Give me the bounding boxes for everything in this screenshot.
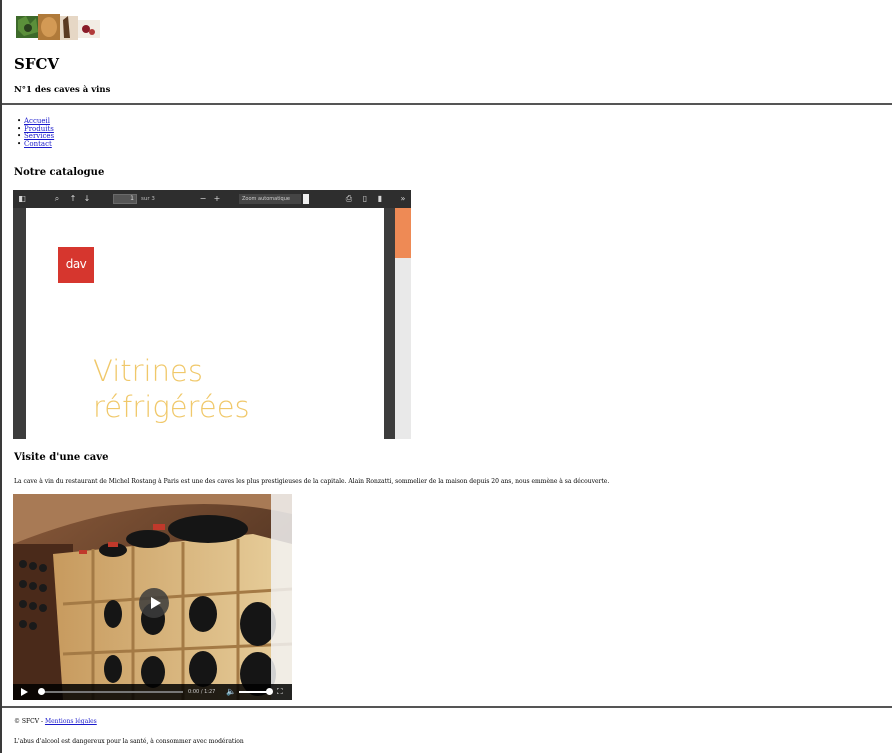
zoom-select[interactable]: Zoom automatique bbox=[239, 194, 301, 204]
pdf-viewer[interactable]: ◧ ⌕ ↑ ↓ 1 sur 3 − + Zoom automatique ⎙ ▯… bbox=[13, 190, 411, 439]
zoom-dropdown-caret[interactable] bbox=[303, 194, 309, 204]
video-progress-bar[interactable] bbox=[38, 691, 183, 693]
footer-health-warning: L'abus d'alcool est dangereux pour la sa… bbox=[14, 738, 244, 745]
video-controls: 0:00 / 1:27 🔈 ⛶ bbox=[13, 684, 292, 700]
next-page-icon[interactable]: ↓ bbox=[81, 193, 93, 205]
document-headline: Vitrines réfrigérées bbox=[93, 353, 250, 425]
fullscreen-icon[interactable]: ⛶ bbox=[277, 687, 283, 697]
site-title: SFCV bbox=[14, 55, 60, 73]
video-time: 0:00 / 1:27 bbox=[188, 689, 216, 695]
print-icon[interactable]: ⎙ bbox=[343, 193, 355, 205]
zoom-out-icon[interactable]: − bbox=[197, 193, 209, 205]
pdf-page: dav Vitrines réfrigérées bbox=[26, 208, 384, 439]
legal-mentions-link[interactable]: Mentions légales bbox=[45, 718, 97, 725]
pdf-toolbar: ◧ ⌕ ↑ ↓ 1 sur 3 − + Zoom automatique ⎙ ▯… bbox=[13, 190, 411, 208]
visit-heading: Visite d'une cave bbox=[14, 452, 109, 463]
bookmark-icon[interactable]: ▮ bbox=[374, 193, 386, 205]
volume-icon[interactable]: 🔈 bbox=[226, 687, 236, 697]
visit-intro: La cave à vin du restaurant de Michel Ro… bbox=[14, 478, 610, 485]
main-nav: Accueil Produits Services Contact bbox=[17, 117, 54, 149]
headline-line-2: réfrigérées bbox=[93, 390, 250, 424]
video-play-icon[interactable] bbox=[21, 688, 28, 696]
zoom-in-icon[interactable]: + bbox=[211, 193, 223, 205]
headline-line-1: Vitrines bbox=[93, 354, 203, 388]
nav-link-contact[interactable]: Contact bbox=[24, 140, 52, 148]
more-tools-icon[interactable]: » bbox=[397, 193, 409, 205]
download-icon[interactable]: ▯ bbox=[359, 193, 371, 205]
page-number-input[interactable]: 1 bbox=[113, 194, 137, 204]
sidebar-toggle-icon[interactable]: ◧ bbox=[16, 193, 28, 205]
pdf-scrollbar-thumb[interactable] bbox=[395, 208, 411, 258]
search-icon[interactable]: ⌕ bbox=[51, 193, 63, 205]
page-count: sur 3 bbox=[141, 196, 155, 202]
footer-copyright: © SFCV - bbox=[14, 718, 45, 725]
footer-copyright-line: © SFCV - Mentions légales bbox=[14, 718, 97, 725]
video-play-overlay-button[interactable] bbox=[139, 588, 169, 618]
dav-logo: dav bbox=[58, 247, 94, 283]
volume-knob[interactable] bbox=[266, 688, 273, 695]
volume-slider[interactable] bbox=[239, 691, 269, 693]
footer-divider bbox=[2, 706, 892, 708]
nav-item-contact: Contact bbox=[17, 140, 54, 149]
site-logo bbox=[16, 14, 100, 40]
left-border bbox=[0, 0, 2, 753]
header-divider bbox=[2, 103, 892, 105]
catalogue-heading: Notre catalogue bbox=[14, 167, 105, 178]
video-progress-knob[interactable] bbox=[38, 688, 45, 695]
previous-page-icon[interactable]: ↑ bbox=[67, 193, 79, 205]
site-tagline: N°1 des caves à vins bbox=[14, 85, 111, 95]
